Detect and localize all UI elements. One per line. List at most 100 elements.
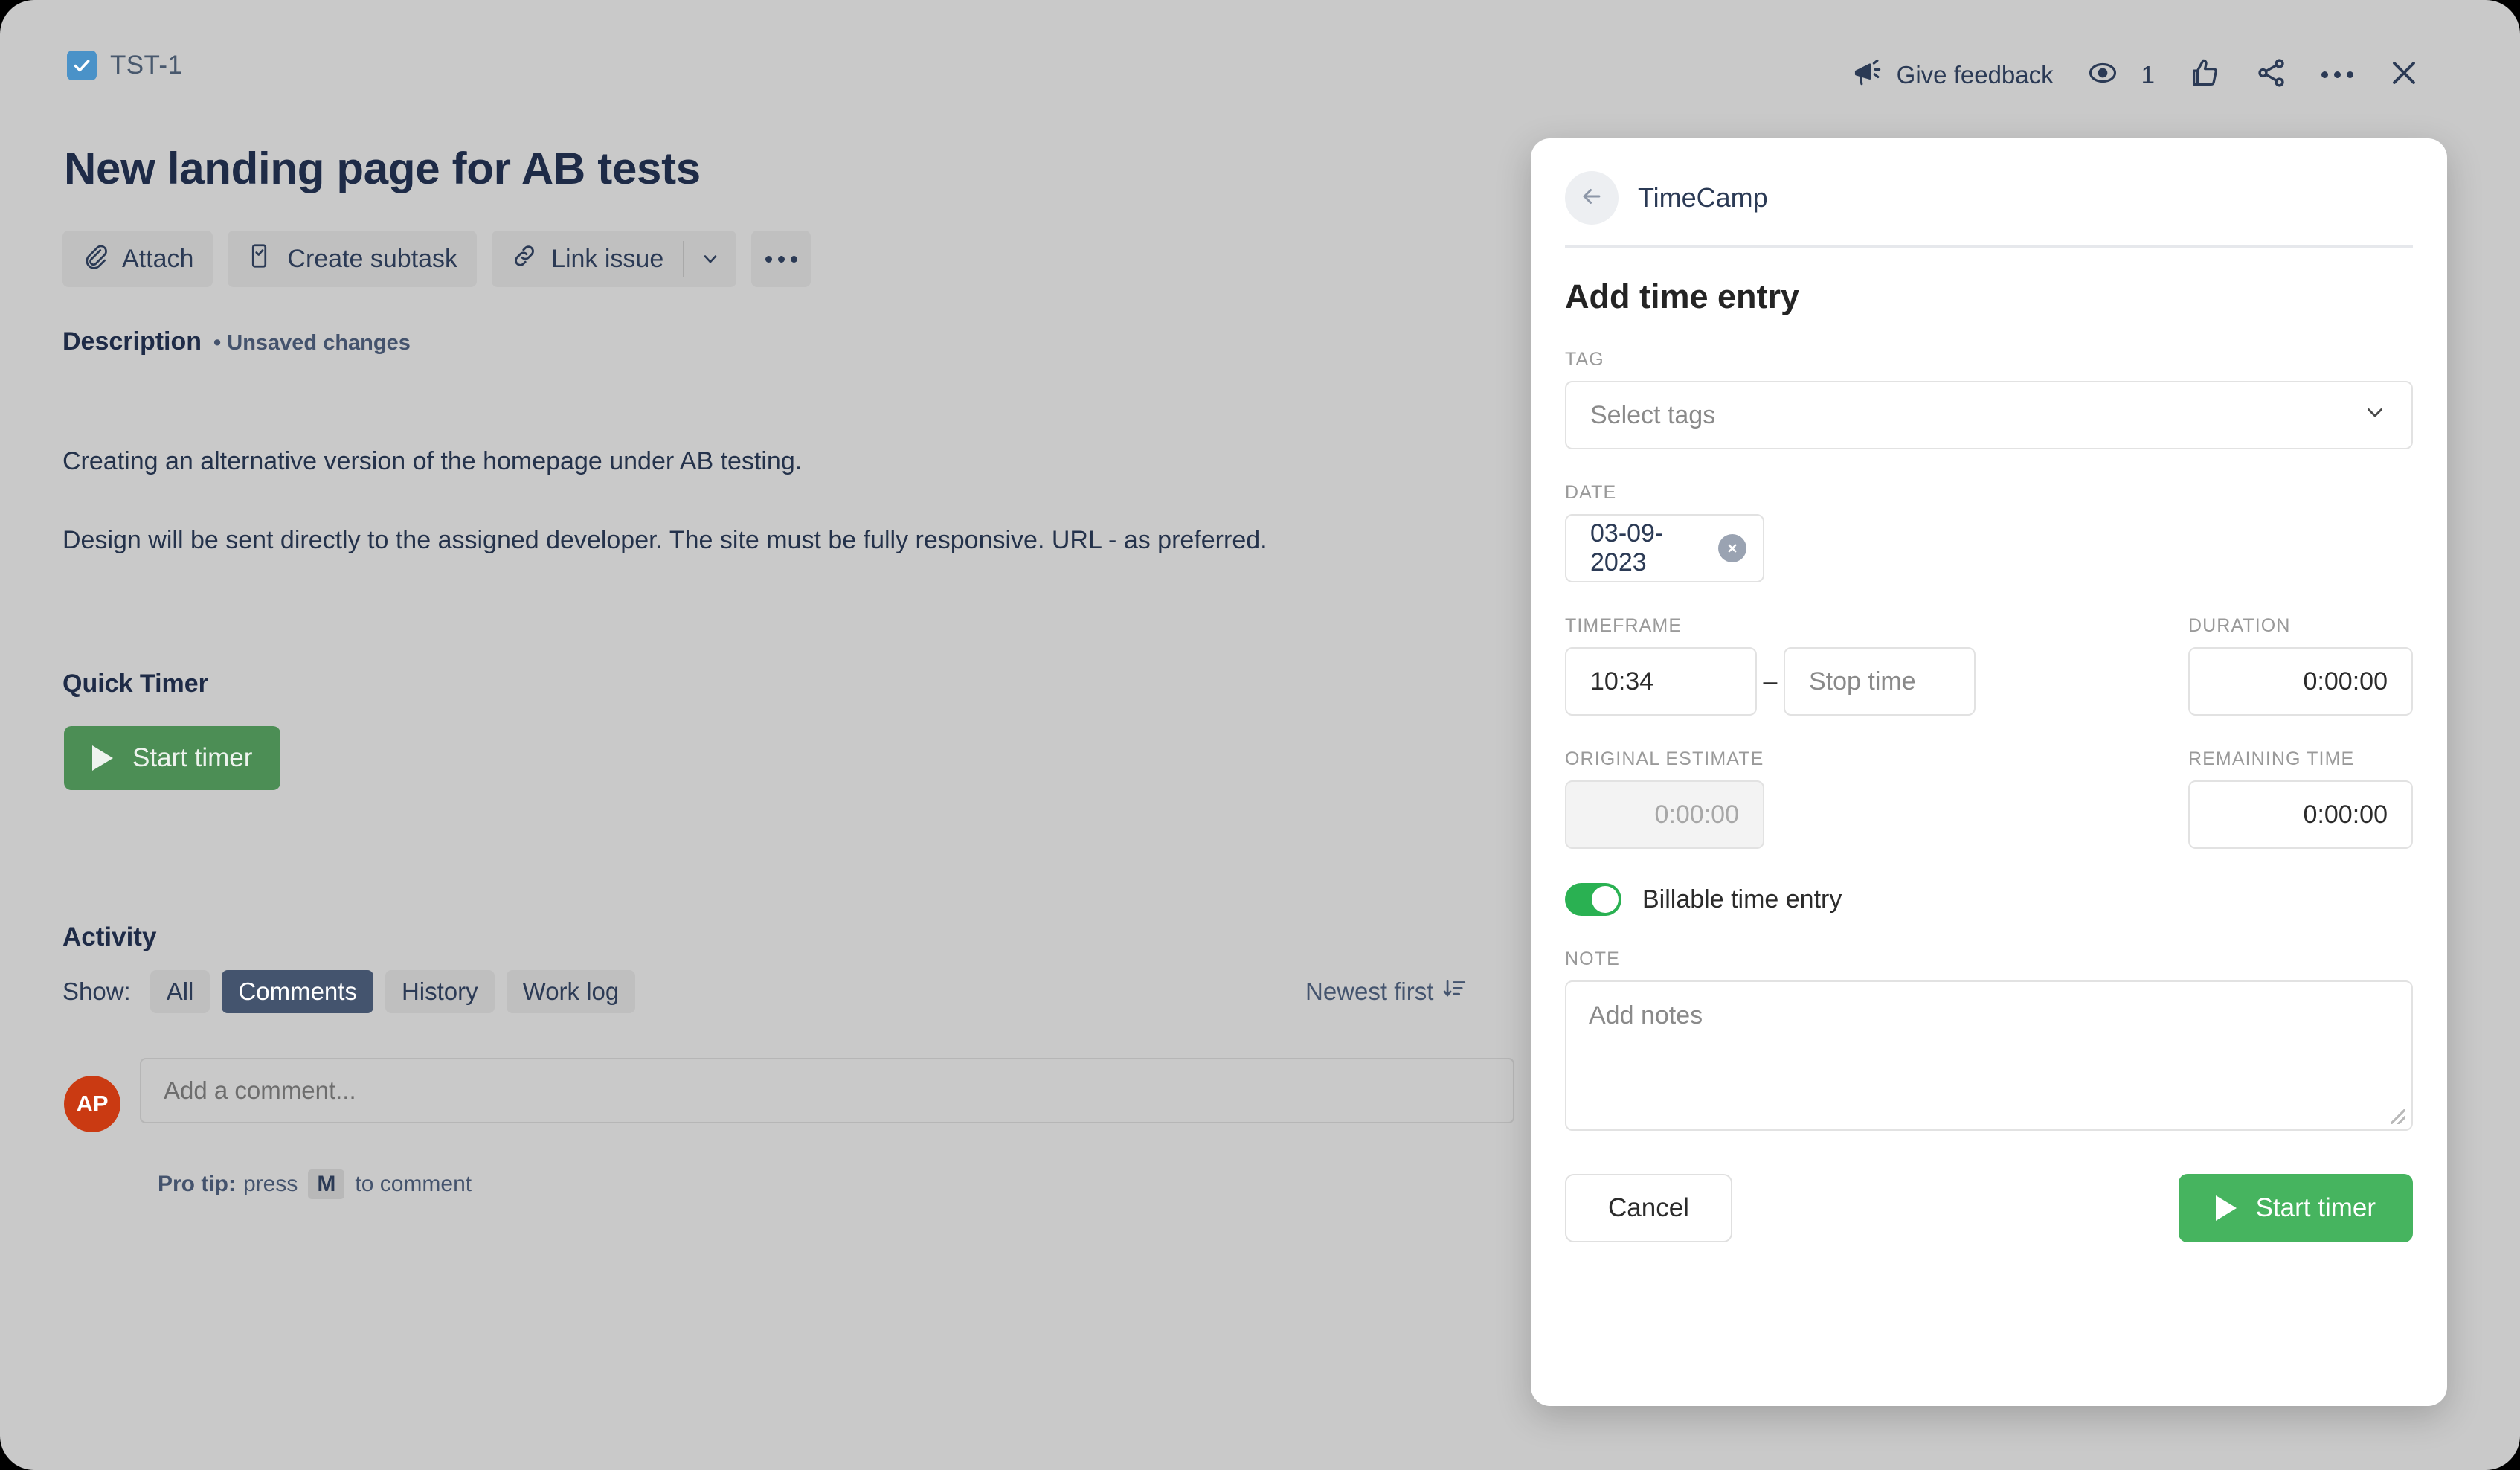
close-button[interactable]: [2370, 45, 2438, 105]
share-icon: [2254, 56, 2289, 94]
date-value: 03-09-2023: [1590, 519, 1664, 577]
watch-button[interactable]: 1: [2070, 46, 2171, 103]
remaining-time-label: REMAINING TIME: [2188, 748, 2355, 769]
quick-timer-label: Quick Timer: [62, 670, 208, 698]
note-placeholder: Add notes: [1589, 1001, 1703, 1030]
more-actions-button[interactable]: [2305, 61, 2370, 89]
play-icon: [92, 745, 113, 771]
quick-timer-start-label: Start timer: [132, 743, 253, 772]
task-check-icon: [67, 51, 97, 80]
link-issue-button[interactable]: Link issue: [492, 231, 683, 287]
tag-select[interactable]: Select tags: [1565, 381, 2413, 449]
date-label: DATE: [1565, 482, 1617, 503]
panel-body: TAG Select tags DATE 03-09-2023 TIMEFRAM…: [1531, 349, 2447, 1131]
timeframe-label: TIMEFRAME: [1565, 615, 1682, 636]
share-button[interactable]: [2238, 45, 2305, 104]
eye-icon: [2086, 57, 2119, 93]
link-icon: [511, 243, 538, 276]
sort-label: Newest first: [1305, 978, 1434, 1005]
page-title: New landing page for AB tests: [64, 144, 701, 193]
billable-label: Billable time entry: [1642, 885, 1842, 914]
timeframe-group: 10:34 – Stop time: [1565, 647, 2188, 716]
app-root: TST-1 Give feedback 1 New landing page f…: [0, 0, 2520, 1470]
link-issue-label: Link issue: [551, 244, 664, 273]
quick-timer-start-button[interactable]: Start timer: [64, 726, 281, 790]
toolbar-more-button[interactable]: [751, 231, 811, 287]
subtask-icon: [247, 243, 274, 276]
create-subtask-button[interactable]: Create subtask: [228, 231, 478, 287]
duration-input[interactable]: 0:00:00: [2188, 647, 2413, 716]
give-feedback-label: Give feedback: [1896, 60, 2054, 89]
description-header: Description • Unsaved changes: [62, 327, 411, 356]
link-issue-split-button: Link issue: [492, 231, 737, 287]
timeframe-duration-row: 10:34 – Stop time 0:00:00: [1565, 647, 2413, 716]
note-textarea[interactable]: Add notes: [1565, 980, 2413, 1131]
ellipsis-icon: [765, 255, 797, 263]
original-estimate-group: 0:00:00: [1565, 780, 2188, 849]
panel-title: Add time entry: [1565, 277, 1800, 315]
comment-input[interactable]: Add a comment...: [140, 1058, 1514, 1123]
filter-all[interactable]: All: [150, 970, 210, 1013]
give-feedback-button[interactable]: Give feedback: [1836, 46, 2070, 103]
timecamp-panel: TimeCamp Add time entry TAG Select tags …: [1531, 138, 2447, 1406]
timeframe-separator: –: [1763, 667, 1778, 696]
start-timer-button[interactable]: Start timer: [2178, 1174, 2413, 1242]
estimate-row: 0:00:00 0:00:00: [1565, 780, 2413, 849]
attach-button[interactable]: Attach: [62, 231, 213, 287]
paperclip-icon: [82, 243, 109, 276]
panel-header: TimeCamp: [1531, 138, 2447, 225]
start-time-input[interactable]: 10:34: [1565, 647, 1757, 716]
activity-filter-group: Show: All Comments History Work log: [62, 970, 636, 1013]
panel-app-name: TimeCamp: [1638, 182, 1768, 213]
watch-count: 1: [2141, 60, 2155, 89]
activity-label: Activity: [62, 922, 157, 951]
resize-handle-icon[interactable]: [2391, 1109, 2405, 1124]
like-button[interactable]: [2171, 45, 2238, 104]
arrow-left-icon: [1579, 184, 1604, 213]
original-estimate-label: ORIGINAL ESTIMATE: [1565, 748, 1764, 769]
description-paragraph: Creating an alternative version of the h…: [62, 447, 803, 475]
note-label: NOTE: [1565, 949, 1620, 969]
sort-order-toggle[interactable]: Newest first: [1305, 976, 1468, 1007]
original-estimate-input: 0:00:00: [1565, 780, 1764, 849]
date-input[interactable]: 03-09-2023: [1565, 514, 1764, 582]
sort-descending-icon: [1442, 976, 1468, 1007]
start-timer-label: Start timer: [2255, 1193, 2376, 1222]
description-body[interactable]: Creating an alternative version of the h…: [62, 445, 1461, 603]
issue-toolbar: Attach Create subtask Link issue: [62, 231, 811, 287]
description-paragraph: Design will be sent directly to the assi…: [62, 526, 1267, 555]
stop-time-input[interactable]: Stop time: [1784, 647, 1976, 716]
chevron-down-icon[interactable]: [684, 231, 736, 287]
remaining-time-input[interactable]: 0:00:00: [2188, 780, 2413, 849]
filter-history[interactable]: History: [385, 970, 495, 1013]
filter-comments[interactable]: Comments: [222, 970, 373, 1013]
ellipsis-icon: [2321, 71, 2353, 78]
close-icon: [2386, 55, 2422, 94]
billable-toggle[interactable]: [1565, 883, 1621, 916]
add-comment-row: AP Add a comment...: [64, 1058, 1514, 1132]
avatar: AP: [64, 1076, 120, 1132]
back-button[interactable]: [1565, 171, 1619, 225]
attach-label: Attach: [122, 244, 194, 273]
tag-placeholder: Select tags: [1590, 400, 1716, 429]
issue-breadcrumb: TST-1: [67, 51, 182, 80]
pro-tip-keycap: M: [308, 1169, 345, 1199]
timeframe-duration-labels: TIMEFRAME DURATION: [1565, 582, 2413, 647]
header-actions: Give feedback 1: [1836, 45, 2438, 105]
clear-circle-icon[interactable]: [1718, 534, 1746, 562]
description-label: Description: [62, 327, 202, 356]
remaining-time-group: 0:00:00: [2188, 780, 2413, 849]
duration-group: 0:00:00: [2188, 647, 2413, 716]
unsaved-changes-status: • Unsaved changes: [213, 331, 411, 355]
billable-row: Billable time entry: [1565, 883, 2413, 916]
show-label: Show:: [62, 978, 131, 1005]
toggle-knob: [1592, 886, 1619, 913]
tag-label: TAG: [1565, 349, 1604, 370]
issue-key[interactable]: TST-1: [110, 51, 182, 80]
pro-tip-prefix: Pro tip:: [158, 1172, 236, 1196]
duration-label: DURATION: [2188, 615, 2291, 636]
filter-work-log[interactable]: Work log: [506, 970, 636, 1013]
panel-footer: Cancel Start timer: [1531, 1131, 2447, 1242]
pro-tip: Pro tip: press M to comment: [158, 1169, 472, 1199]
cancel-button[interactable]: Cancel: [1565, 1174, 1732, 1242]
